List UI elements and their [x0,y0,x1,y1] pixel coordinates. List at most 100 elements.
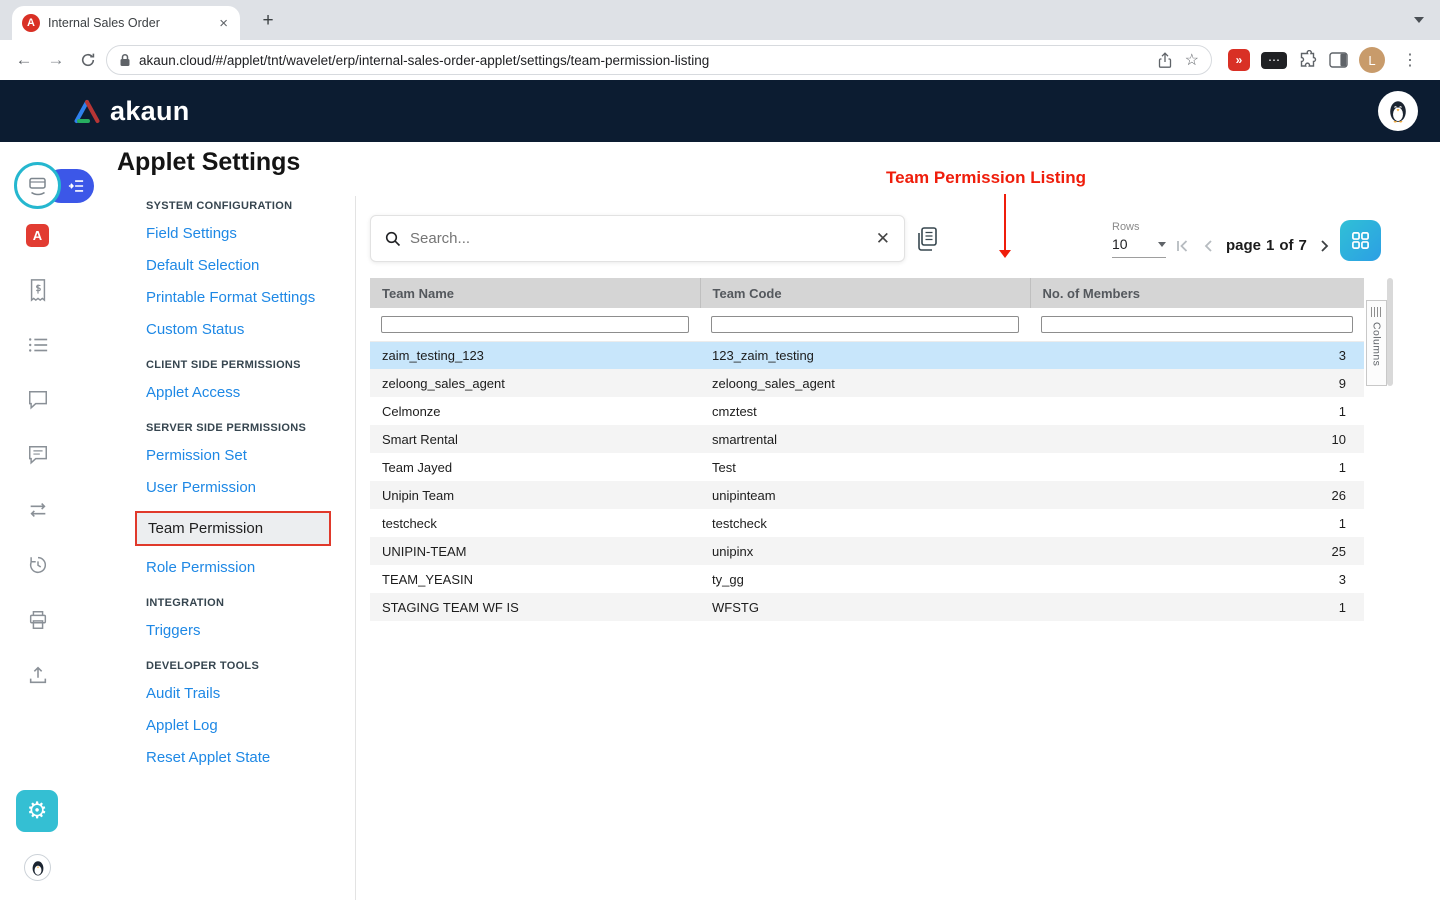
tab-close-icon[interactable]: × [217,15,230,32]
next-page-button[interactable] [1320,239,1330,253]
cell-name: STAGING TEAM WF IS [370,593,700,621]
side-panel-icon[interactable] [1329,52,1348,68]
transfer-icon[interactable] [25,497,51,523]
view-options-button[interactable] [1340,220,1381,261]
column-header-members[interactable]: No. of Members [1030,278,1364,308]
akaun-logo[interactable]: akaun [72,96,190,127]
reload-icon[interactable] [74,46,102,74]
dark-extension-icon[interactable]: ⋯ [1261,52,1287,69]
first-page-button[interactable] [1175,239,1190,253]
sidebar-item-triggers[interactable]: Triggers [146,622,361,639]
table-row[interactable]: zeloong_sales_agentzeloong_sales_agent9 [370,369,1364,397]
cell-members: 26 [1030,481,1364,509]
table-row[interactable]: UNIPIN-TEAMunipinx25 [370,537,1364,565]
address-bar[interactable]: akaun.cloud/#/applet/tnt/wavelet/erp/int… [106,45,1212,75]
table-row[interactable]: Celmonzecmztest1 [370,397,1364,425]
table-row[interactable]: zaim_testing_123123_zaim_testing3 [370,341,1364,369]
cell-code: Test [700,453,1030,481]
cell-name: testcheck [370,509,700,537]
copy-listing-icon[interactable] [915,226,939,257]
browser-profile-avatar[interactable]: L [1359,47,1385,73]
tab-title: Internal Sales Order [48,16,217,30]
table-row[interactable]: TEAM_YEASINty_gg3 [370,565,1364,593]
cell-name: zaim_testing_123 [370,341,700,369]
column-header-team-code[interactable]: Team Code [700,278,1030,308]
cell-name: Unipin Team [370,481,700,509]
new-tab-button[interactable]: + [256,9,280,33]
table-row[interactable]: Unipin Teamunipinteam26 [370,481,1364,509]
user-avatar[interactable] [1378,91,1418,131]
red-extension-icon[interactable]: » [1228,49,1250,71]
search-clear-icon[interactable]: ✕ [876,229,890,249]
chevron-down-icon [1158,242,1166,247]
cell-code: unipinx [700,537,1030,565]
sidebar-item-user-permission[interactable]: User Permission [146,479,361,496]
cell-code: 123_zaim_testing [700,341,1030,369]
browser-toolbar: ← → akaun.cloud/#/applet/tnt/wavelet/erp… [0,40,1440,80]
sidebar-item-role-permission[interactable]: Role Permission [146,559,361,576]
bookmark-star-icon[interactable]: ☆ [1185,50,1199,70]
sidebar-item-printable-format-settings[interactable]: Printable Format Settings [146,289,361,306]
cell-code: smartrental [700,425,1030,453]
url-text[interactable]: akaun.cloud/#/applet/tnt/wavelet/erp/int… [139,53,1149,68]
sidebar-item-applet-log[interactable]: Applet Log [146,717,361,734]
forward-icon[interactable]: → [42,46,70,74]
table-body: zaim_testing_123123_zaim_testing3zeloong… [370,341,1364,621]
penguin-avatar-icon [1385,98,1411,124]
assistant-penguin-button[interactable] [24,854,51,881]
sidebar-item-applet-access[interactable]: Applet Access [146,384,361,401]
puzzle-extensions-icon[interactable] [1298,50,1318,70]
sidebar-item-field-settings[interactable]: Field Settings [146,225,361,242]
browser-tab[interactable]: A Internal Sales Order × [12,6,240,40]
sidebar-item-custom-status[interactable]: Custom Status [146,321,361,338]
feedback-icon[interactable] [25,442,51,468]
browser-menu-icon[interactable]: ⋮ [1396,50,1424,70]
pdf-export-icon[interactable]: A [25,222,51,248]
rows-per-page-label: Rows [1112,221,1140,233]
tab-search-caret-icon[interactable] [1414,17,1424,23]
print-icon[interactable] [25,607,51,633]
sidebar-item-audit-trails[interactable]: Audit Trails [146,685,361,702]
tab-favicon-icon: A [22,14,40,32]
scrollbar-thumb[interactable] [1387,278,1393,386]
sidebar-item-reset-applet-state[interactable]: Reset Applet State [146,749,361,766]
nav-section-header: INTEGRATION [146,597,361,609]
cell-members: 10 [1030,425,1364,453]
share-icon[interactable] [1157,52,1173,69]
back-icon[interactable]: ← [10,46,38,74]
table-row[interactable]: testchecktestcheck1 [370,509,1364,537]
history-icon[interactable] [25,552,51,578]
columns-panel-tab[interactable]: Columns [1366,300,1387,386]
sidebar-item-team-permission[interactable]: Team Permission [135,511,331,546]
pdf-badge-letter: A [26,224,49,247]
invoice-icon[interactable] [25,277,51,303]
cell-members: 3 [1030,565,1364,593]
cell-members: 9 [1030,369,1364,397]
page-title: Applet Settings [117,148,300,177]
team-permission-panel: Team Permission Listing ✕ Rows 10 [370,142,1440,900]
filter-input-members[interactable] [1041,316,1353,333]
table-row[interactable]: STAGING TEAM WF ISWFSTG1 [370,593,1364,621]
sidebar-item-default-selection[interactable]: Default Selection [146,257,361,274]
column-header-team-name[interactable]: Team Name [370,278,700,308]
gear-icon: ⚙ [27,800,48,823]
list-icon[interactable] [25,332,51,358]
quick-action-button[interactable] [14,162,61,209]
previous-page-button[interactable] [1203,239,1213,253]
cell-name: Team Jayed [370,453,700,481]
rows-per-page-select[interactable]: 10 [1112,236,1166,258]
search-input[interactable] [410,230,867,247]
nav-section: CLIENT SIDE PERMISSIONSApplet Access [146,359,361,401]
filter-input-team-name[interactable] [381,316,689,333]
table-row[interactable]: Team JayedTest1 [370,453,1364,481]
filter-input-team-code[interactable] [711,316,1019,333]
upload-icon[interactable] [25,662,51,688]
page-of-label: of [1279,237,1293,254]
table-row[interactable]: Smart Rentalsmartrental10 [370,425,1364,453]
cell-members: 3 [1030,341,1364,369]
sidebar-item-permission-set[interactable]: Permission Set [146,447,361,464]
settings-nav: SYSTEM CONFIGURATIONField SettingsDefaul… [146,200,361,787]
settings-gear-button[interactable]: ⚙ [16,790,58,832]
page-total: 7 [1299,237,1307,254]
chat-icon[interactable] [25,387,51,413]
